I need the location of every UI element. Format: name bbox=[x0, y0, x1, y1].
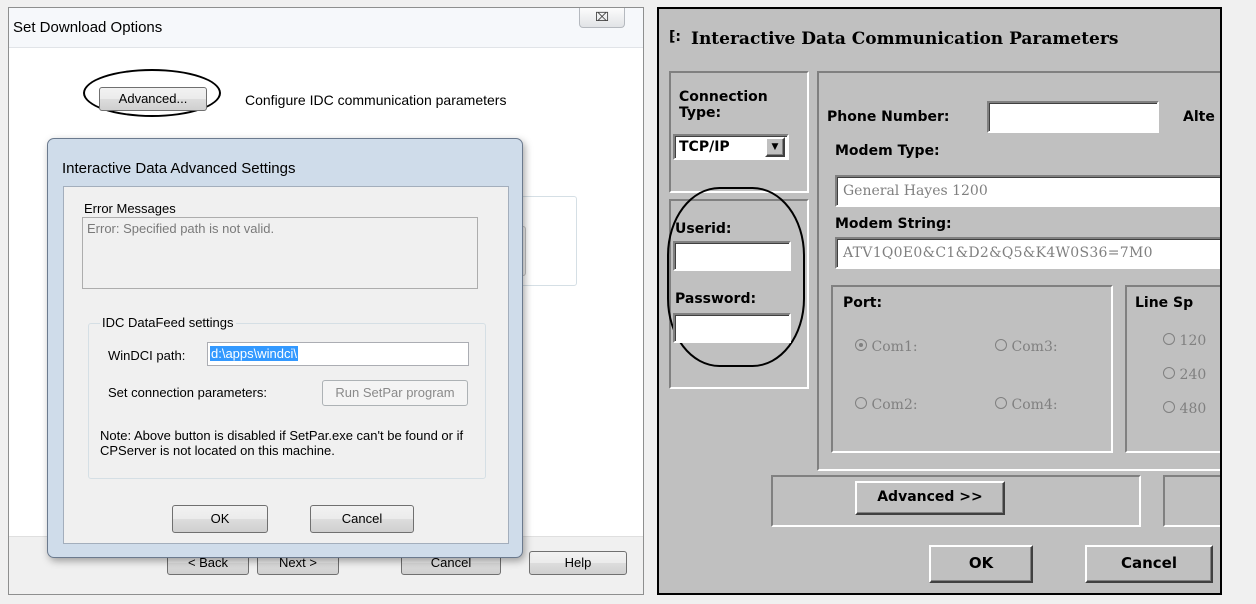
speed-option[interactable]: 120 bbox=[1163, 333, 1206, 349]
right-row-panel bbox=[1163, 475, 1220, 527]
advanced-caption: Configure IDC communication parameters bbox=[245, 92, 507, 108]
userid-input[interactable] bbox=[673, 241, 791, 271]
port-com1[interactable]: Com1: bbox=[855, 339, 918, 355]
speed-label: 120 bbox=[1179, 333, 1207, 349]
radio-icon bbox=[1163, 367, 1175, 379]
alternate-label: Alte bbox=[1183, 109, 1215, 125]
windci-path-label: WinDCI path: bbox=[108, 348, 186, 363]
port-com4-label: Com4: bbox=[1011, 397, 1058, 413]
window-title: Interactive Data Communication Parameter… bbox=[691, 29, 1119, 49]
chevron-down-icon[interactable]: ▼ bbox=[765, 137, 785, 157]
dialog-client-area: Error Messages Error: Specified path is … bbox=[63, 186, 509, 544]
cancel-button[interactable]: Cancel bbox=[1085, 545, 1213, 583]
line-speed-label: Line Sp bbox=[1135, 295, 1194, 311]
radio-icon bbox=[1163, 333, 1175, 345]
radio-icon bbox=[855, 397, 867, 409]
modem-string-label: Modem String: bbox=[835, 216, 952, 232]
error-messages-box: Error: Specified path is not valid. bbox=[82, 217, 478, 289]
speed-label: 240 bbox=[1179, 367, 1207, 383]
port-com2[interactable]: Com2: bbox=[855, 397, 918, 413]
help-button[interactable]: Help bbox=[529, 551, 627, 575]
close-icon[interactable]: ⌧ bbox=[579, 8, 625, 28]
password-label: Password: bbox=[675, 291, 757, 307]
idc-group-label: IDC DataFeed settings bbox=[100, 315, 236, 330]
run-setpar-button[interactable]: Run SetPar program bbox=[322, 380, 468, 406]
userid-label: Userid: bbox=[675, 221, 732, 237]
app-icon: ⁅: bbox=[669, 29, 681, 45]
password-input[interactable] bbox=[673, 313, 791, 343]
connection-type-value: TCP/IP bbox=[679, 139, 730, 155]
cancel-button[interactable]: Cancel bbox=[310, 505, 414, 533]
modem-type-field[interactable]: General Hayes 1200 bbox=[835, 175, 1220, 207]
phone-number-input[interactable] bbox=[987, 101, 1159, 133]
port-com3[interactable]: Com3: bbox=[995, 339, 1058, 355]
speed-option[interactable]: 240 bbox=[1163, 367, 1206, 383]
modem-string-field[interactable]: ATV1Q0E0&C1&D2&Q5&K4W0S36=7M0 bbox=[835, 237, 1220, 269]
port-com1-label: Com1: bbox=[871, 339, 918, 355]
window-title: Set Download Options bbox=[13, 19, 163, 36]
port-com2-label: Com2: bbox=[871, 397, 918, 413]
advanced-settings-dialog: Interactive Data Advanced Settings Error… bbox=[47, 138, 523, 558]
phone-number-label: Phone Number: bbox=[827, 109, 950, 125]
advanced-button[interactable]: Advanced... bbox=[99, 87, 207, 111]
title-bar: Set Download Options ⌧ bbox=[9, 8, 643, 48]
connection-params-label: Set connection parameters: bbox=[108, 385, 267, 400]
ok-button[interactable]: OK bbox=[172, 505, 268, 533]
windci-path-input[interactable]: d:\apps\windci\ bbox=[207, 342, 469, 366]
port-com3-label: Com3: bbox=[1011, 339, 1058, 355]
radio-icon bbox=[995, 397, 1007, 409]
advanced-expand-button[interactable]: Advanced >> bbox=[855, 481, 1005, 515]
ok-button[interactable]: OK bbox=[929, 545, 1033, 583]
radio-selected-icon bbox=[855, 339, 867, 351]
port-label: Port: bbox=[843, 295, 883, 311]
port-com4[interactable]: Com4: bbox=[995, 397, 1058, 413]
windci-path-value: d:\apps\windci\ bbox=[210, 346, 298, 361]
note-text: Note: Above button is disabled if SetPar… bbox=[100, 428, 464, 458]
radio-icon bbox=[995, 339, 1007, 351]
modem-string-value: ATV1Q0E0&C1&D2&Q5&K4W0S36=7M0 bbox=[843, 245, 1153, 261]
speed-label: 480 bbox=[1179, 401, 1207, 417]
connection-type-select[interactable]: TCP/IP ▼ bbox=[673, 134, 789, 160]
modem-type-label: Modem Type: bbox=[835, 143, 940, 159]
error-group-label: Error Messages bbox=[84, 201, 176, 216]
connection-type-label: Connection Type: bbox=[679, 89, 768, 121]
speed-option[interactable]: 480 bbox=[1163, 401, 1206, 417]
modem-type-value: General Hayes 1200 bbox=[843, 183, 988, 199]
radio-icon bbox=[1163, 401, 1175, 413]
dialog-title: Interactive Data Advanced Settings bbox=[62, 160, 296, 177]
idc-parameters-window: ⁅: Interactive Data Communication Parame… bbox=[657, 7, 1222, 595]
set-download-options-window: Set Download Options ⌧ Advanced... Confi… bbox=[8, 7, 644, 595]
